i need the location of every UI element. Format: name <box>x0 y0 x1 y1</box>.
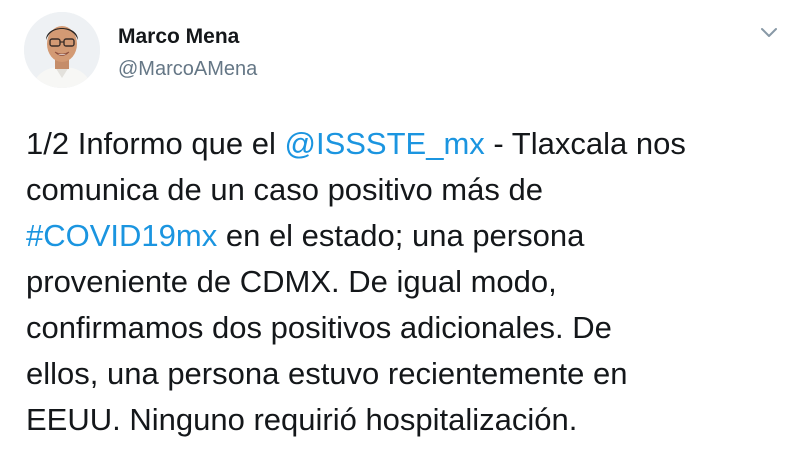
avatar[interactable] <box>24 12 100 88</box>
tweet-line: EEUU. Ninguno requirió hospitalización. <box>26 402 578 437</box>
tweet-line: #COVID19mx en el estado; una persona <box>26 213 786 259</box>
tweet-card: Marco Mena @MarcoAMena 1/2 Informo que e… <box>0 0 800 460</box>
mention-link[interactable]: @ISSSTE_mx <box>285 126 485 161</box>
tweet-line: confirmamos dos positivos adicionales. D… <box>26 310 612 345</box>
tweet-text: 1/2 Informo que el @ISSSTE_mx - Tlaxcala… <box>26 121 786 443</box>
text-segment: - Tlaxcala nos <box>484 126 686 161</box>
hashtag-link[interactable]: #COVID19mx <box>26 218 217 253</box>
tweet-line: proveniente de CDMX. De igual modo, <box>26 264 557 299</box>
tweet-line: comunica de un caso positivo más de <box>26 172 543 207</box>
text-segment: en el estado; una persona <box>217 218 585 253</box>
chevron-down-icon[interactable] <box>756 20 782 46</box>
text-segment: 1/2 Informo que el <box>26 126 285 161</box>
profile-photo-icon <box>24 12 100 88</box>
author-name[interactable]: Marco Mena <box>118 24 239 50</box>
tweet-line: ellos, una persona estuvo recientemente … <box>26 356 628 391</box>
author-handle[interactable]: @MarcoAMena <box>118 56 257 82</box>
tweet-line: 1/2 Informo que el @ISSSTE_mx - Tlaxcala… <box>26 121 786 167</box>
